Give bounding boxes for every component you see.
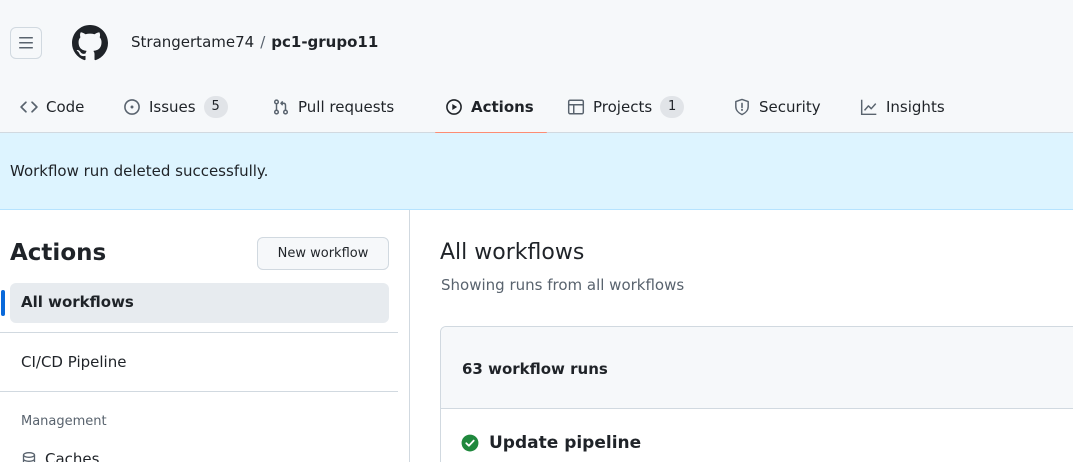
workflow-run-row[interactable]: Update pipeline — [461, 433, 641, 453]
hamburger-icon — [19, 37, 33, 49]
check-circle-fill-icon — [461, 434, 479, 452]
sidebar-divider — [0, 332, 398, 333]
workflow-runs-list: 63 workflow runs Update pipeline — [440, 326, 1073, 462]
tab-actions-label: Actions — [471, 97, 534, 116]
flash-banner: Workflow run deleted successfully. — [0, 133, 1073, 210]
runs-count: 63 workflow runs — [462, 360, 608, 378]
tab-code[interactable]: Code — [20, 80, 84, 133]
shield-icon — [735, 98, 749, 115]
github-logo-icon[interactable] — [72, 25, 108, 61]
projects-counter: 1 — [660, 95, 685, 118]
breadcrumb: Strangertame74 / pc1-grupo11 — [131, 33, 378, 51]
workflow-run-title[interactable]: Update pipeline — [489, 433, 641, 453]
sidebar-title: Actions — [10, 240, 107, 266]
sidebar-item-caches-label: Caches — [45, 450, 100, 462]
tab-security[interactable]: Security — [733, 80, 821, 133]
tab-pull-requests[interactable]: Pull requests — [272, 80, 394, 133]
graph-icon — [860, 99, 877, 115]
git-pull-request-icon — [273, 98, 289, 115]
tab-projects-label: Projects — [593, 97, 653, 116]
tab-insights-label: Insights — [886, 97, 945, 116]
management-heading: Management — [21, 414, 107, 429]
play-icon — [446, 98, 462, 115]
repo-header: Strangertame74 / pc1-grupo11 Code Issues… — [0, 0, 1073, 134]
sidebar-item-all-workflows-label: All workflows — [21, 293, 134, 311]
page-subtitle: Showing runs from all workflows — [441, 276, 685, 294]
table-icon — [567, 99, 585, 114]
page-title: All workflows — [440, 240, 585, 265]
sidebar-divider — [0, 391, 398, 392]
tab-projects[interactable]: Projects 1 — [567, 80, 685, 133]
tab-issues[interactable]: Issues 5 — [123, 80, 228, 133]
tab-issues-label: Issues — [149, 97, 196, 116]
issues-counter: 5 — [203, 95, 228, 118]
tab-insights[interactable]: Insights — [860, 80, 945, 133]
flash-message: Workflow run deleted successfully. — [10, 162, 269, 180]
runs-list-header: 63 workflow runs — [441, 327, 1073, 409]
tab-pull-requests-label: Pull requests — [298, 97, 395, 116]
new-workflow-button[interactable]: New workflow — [257, 237, 389, 270]
open-menu-button[interactable] — [10, 27, 42, 59]
issue-opened-icon — [124, 98, 140, 115]
selected-item-indicator — [1, 290, 5, 316]
tab-code-label: Code — [46, 97, 85, 116]
sidebar-item-caches[interactable]: Caches — [21, 450, 99, 462]
database-icon — [22, 452, 36, 462]
actions-sidebar: Actions New workflow All workflows CI/CD… — [0, 210, 410, 462]
tab-actions[interactable]: Actions — [445, 80, 534, 133]
tab-security-label: Security — [759, 97, 821, 116]
sidebar-item-ci-cd-pipeline[interactable]: CI/CD Pipeline — [21, 353, 126, 371]
code-icon — [20, 100, 38, 113]
repo-name-link[interactable]: pc1-grupo11 — [271, 33, 378, 51]
repo-owner-link[interactable]: Strangertame74 — [131, 33, 254, 51]
breadcrumb-separator: / — [260, 33, 266, 51]
